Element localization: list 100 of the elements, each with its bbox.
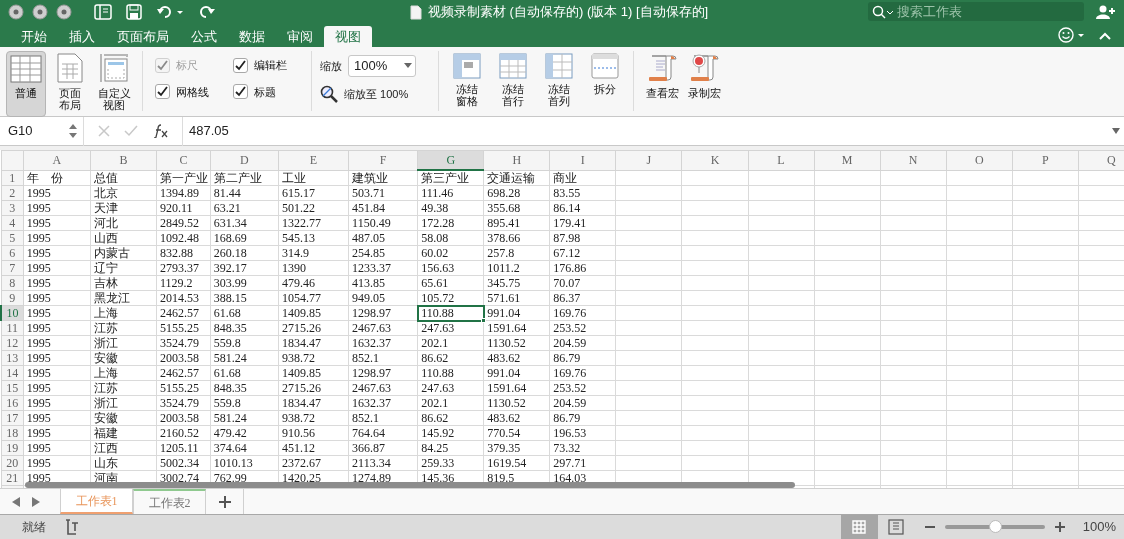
ribbon-button[interactable]: 冻结 首行 (493, 51, 533, 117)
ribbon-tab[interactable]: 数据 (228, 26, 276, 47)
table-cell: 2160.52 (156, 425, 211, 441)
table-cell: 487.05 (348, 230, 418, 246)
table-cell: 1130.52 (483, 335, 550, 351)
table-cell: 483.62 (483, 410, 550, 426)
checkbox[interactable] (155, 84, 170, 100)
table-cell: 254.85 (348, 245, 418, 261)
ribbon-button[interactable]: 拆分 (585, 51, 625, 117)
sidebar-toggle-icon[interactable] (94, 4, 112, 20)
window-control-icon[interactable] (8, 4, 24, 20)
expand-icon[interactable] (1112, 128, 1120, 134)
ribbon-tab[interactable]: 视图 (324, 26, 372, 47)
column-header[interactable]: P (1012, 150, 1079, 170)
table-cell: 61.68 (210, 365, 279, 381)
table-cell: 1995 (23, 350, 91, 366)
zoom-to-button[interactable]: 缩放至 100% (320, 85, 430, 103)
column-header[interactable]: O (946, 150, 1013, 170)
ribbon-tab[interactable]: 页面布局 (106, 26, 180, 47)
window-control-icon[interactable] (32, 4, 48, 20)
previous-sheet-icon[interactable] (12, 496, 20, 507)
column-header[interactable]: A (23, 150, 91, 170)
status-text: 就绪 (21, 519, 46, 536)
cancel-icon (98, 125, 110, 137)
check-icon (124, 125, 138, 137)
column-header[interactable]: J (615, 150, 682, 170)
table-cell: 1995 (23, 200, 91, 216)
ribbon-button[interactable]: 冻结 窗格 (447, 51, 487, 117)
table-cell: 1995 (23, 275, 91, 291)
ribbon-tab[interactable]: 公式 (180, 26, 228, 47)
table-cell: 770.54 (483, 425, 550, 441)
zoom-out-icon[interactable] (924, 525, 935, 529)
table-cell: 991.04 (483, 365, 550, 381)
checkbox-label: 标尺 (176, 58, 198, 73)
add-person-icon[interactable] (1096, 5, 1116, 19)
window-control-icon[interactable] (56, 4, 72, 20)
column-header[interactable]: I (549, 150, 616, 170)
column-header[interactable]: Q (1078, 150, 1124, 170)
table-cell: 168.69 (210, 230, 279, 246)
macro-record-icon[interactable] (64, 519, 80, 535)
table-cell: 83.55 (549, 185, 616, 201)
table-cell: 交通运输 (483, 170, 550, 186)
checkbox-label: 标题 (254, 84, 276, 100)
table-cell: 1054.77 (278, 290, 349, 306)
horizontal-scrollbar[interactable] (25, 482, 795, 488)
zoom-dropdown[interactable]: 100% (348, 55, 416, 77)
table-cell: 1834.47 (278, 335, 349, 351)
table-cell: 253.52 (549, 380, 616, 396)
ribbon-button[interactable]: 查看宏 (642, 51, 682, 117)
table-cell: 61.68 (210, 305, 279, 321)
next-sheet-icon[interactable] (32, 496, 40, 507)
column-header[interactable]: M (814, 150, 881, 170)
column-header[interactable]: E (278, 150, 349, 170)
table-cell: 631.34 (210, 215, 279, 231)
table-cell: 848.35 (210, 380, 279, 396)
function-icon[interactable] (152, 124, 168, 138)
checkbox[interactable] (233, 84, 248, 100)
table-cell: 392.17 (210, 260, 279, 276)
ribbon-button[interactable]: 录制宏 (684, 51, 724, 117)
ribbon-tab[interactable]: 审阅 (276, 26, 324, 47)
checkbox[interactable] (233, 57, 248, 73)
table-cell: 总值 (90, 170, 157, 186)
column-header[interactable]: G (417, 150, 484, 170)
formula-field[interactable]: 487.05 (183, 121, 1112, 141)
ribbon-button[interactable]: 自定义 视图 (94, 51, 134, 117)
table-cell: 581.24 (210, 350, 279, 366)
column-header[interactable]: B (90, 150, 157, 170)
table-cell: 204.59 (549, 395, 616, 411)
table-cell: 852.1 (348, 350, 418, 366)
collapse-ribbon-icon[interactable] (1099, 32, 1111, 40)
ribbon-tab[interactable]: 插入 (58, 26, 106, 47)
column-header[interactable]: C (156, 150, 211, 170)
column-header[interactable]: D (210, 150, 279, 170)
ribbon-button[interactable]: 普通 (6, 51, 46, 117)
column-header[interactable]: H (483, 150, 550, 170)
table-cell: 145.92 (417, 425, 484, 441)
column-header[interactable]: K (681, 150, 748, 170)
table-cell: 86.79 (549, 350, 616, 366)
table-cell: 247.63 (417, 380, 484, 396)
name-box[interactable]: G10 (0, 116, 84, 146)
table-cell: 1129.2 (156, 275, 211, 291)
search-field[interactable]: 搜索工作表 (868, 2, 1084, 21)
magnifier-icon (320, 85, 338, 103)
redo-icon[interactable] (198, 4, 216, 20)
table-cell: 84.25 (417, 440, 484, 456)
ribbon-button[interactable]: 页面 布局 (50, 51, 90, 117)
column-header[interactable]: F (348, 150, 418, 170)
column-header[interactable]: N (880, 150, 947, 170)
ribbon-tab[interactable]: 开始 (10, 26, 58, 47)
undo-icon[interactable] (156, 4, 184, 20)
ribbon-button[interactable]: 冻结 首列 (539, 51, 579, 117)
table-cell: 建筑业 (348, 170, 418, 186)
slider-thumb[interactable] (988, 520, 1002, 533)
table-cell: 1995 (23, 215, 91, 231)
column-header[interactable]: L (748, 150, 815, 170)
table-cell: 86.14 (549, 200, 616, 216)
zoom-in-icon[interactable] (1054, 522, 1065, 532)
table-cell: 303.99 (210, 275, 279, 291)
fill-handle[interactable] (481, 318, 487, 323)
save-icon[interactable] (126, 4, 142, 20)
